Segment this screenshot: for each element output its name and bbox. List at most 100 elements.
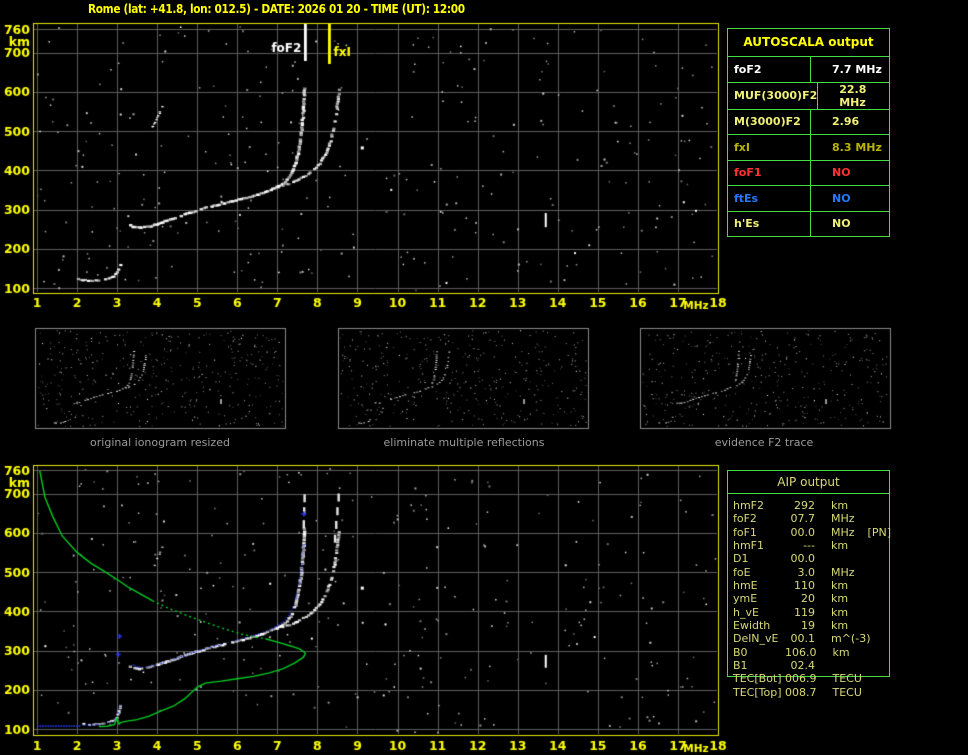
autoscala-param-value: NO (832, 191, 851, 205)
aip-param-label: TEC[Top] (733, 685, 782, 699)
autoscala-param-label: foF1 (728, 160, 811, 185)
aip-param-unit: km (831, 619, 849, 633)
autoscala-screen: Rome (lat: +41.8, lon: 012.5) - DATE: 20… (0, 0, 968, 755)
aip-param-unit: MHz (831, 565, 855, 579)
aip-param-flag (848, 539, 861, 552)
autoscala-row-ftEs: ftEs NO (728, 185, 889, 211)
aip-param-value: 00.1 (790, 632, 816, 646)
aip-param-unit: km (831, 499, 849, 512)
aip-param-flag (862, 672, 875, 685)
aip-row-Ewidth: Ewidth 19 km (727, 619, 907, 632)
aip-param-flag (855, 566, 868, 579)
autoscala-row-hEs: h'Es NO (728, 210, 889, 236)
aip-row-DelN_vE: DelN_vE 00.1 m^(-3) (727, 632, 907, 645)
aip-param-flag (848, 619, 861, 632)
aip-row-B0: B0 106.0 km (727, 646, 907, 659)
aip-row-foF2: foF2 07.7 MHz (727, 512, 907, 525)
aip-row-D1: D1 00.0 (727, 552, 907, 565)
aip-param-unit: m^(-3) (831, 632, 871, 646)
aip-param-value: 00.0 (790, 552, 816, 566)
autoscala-row-M3000: M(3000)F2 2.96 (728, 108, 889, 134)
aip-row-TECBot: TEC[Bot] 006.9 TECU (727, 672, 907, 685)
aip-row-h_vE: h_vE 119 km (727, 606, 907, 619)
aip-param-value: 110 (794, 579, 815, 593)
aip-param-flag (831, 552, 844, 565)
aip-param-flag (848, 579, 861, 592)
aip-param-label: B0 (733, 645, 748, 659)
aip-param-flag (831, 659, 844, 672)
autoscala-param-label: h'Es (728, 211, 811, 236)
aip-param-unit (815, 552, 831, 565)
aip-table-header: AIP output (727, 470, 890, 494)
aip-param-label: hmF2 (733, 499, 765, 512)
aip-param-unit: TECU (832, 685, 862, 699)
aip-param-value: 106.0 (785, 645, 817, 659)
autoscala-param-value: 2.96 (832, 115, 860, 129)
aip-param-value: --- (803, 539, 815, 553)
autoscala-param-label: MUF(3000)F2 (728, 82, 819, 109)
aip-param-label: TEC[Bot] (733, 672, 782, 686)
aip-rows: hmF2 292 km foF2 07.7 MHz foF1 00.0 MHz [PN] hm… (727, 499, 907, 699)
aip-param-label: foF2 (733, 512, 757, 526)
aip-param-label: Ewidth (733, 619, 771, 633)
aip-param-label: ymE (733, 592, 758, 606)
aip-row-foE: foE 3.0 MHz (727, 566, 907, 579)
aip-param-unit: km (831, 605, 849, 619)
aip-row-hmF1: hmF1 --- km (727, 539, 907, 552)
aip-param-unit: km (831, 592, 849, 606)
aip-param-value: 3.0 (797, 565, 816, 579)
aip-row-hmE: hmE 110 km (727, 579, 907, 592)
aip-param-value: 00.0 (790, 525, 816, 539)
aip-param-flag (848, 606, 861, 619)
aip-param-value: 19 (801, 619, 815, 633)
aip-param-value: 20 (801, 592, 815, 606)
aip-param-value: 119 (794, 605, 815, 619)
aip-param-label: hmF1 (733, 539, 765, 553)
aip-param-label: DelN_vE (733, 632, 779, 646)
aip-param-value: 292 (794, 499, 815, 512)
aip-param-flag (855, 512, 868, 525)
aip-param-unit (815, 659, 831, 672)
aip-row-TECTop: TEC[Top] 008.7 TECU (727, 686, 907, 699)
aip-param-flag (848, 592, 861, 605)
panel-caption-evidence: evidence F2 trace (714, 436, 814, 449)
aip-row-hmF2: hmF2 292 km (727, 499, 907, 512)
autoscala-row-foF1: foF1 NO (728, 159, 889, 185)
aip-param-flag (862, 686, 875, 699)
aip-table: AIP output hmF2 292 km foF2 07.7 MHz foF1 00.… (727, 470, 907, 705)
aip-param-label: foE (733, 565, 751, 579)
aip-row-foF1: foF1 00.0 MHz [PN] (727, 526, 907, 539)
aip-param-unit: km (831, 579, 849, 593)
autoscala-param-value: 7.7 MHz (832, 62, 882, 76)
autoscala-param-value: 8.3 MHz (832, 140, 882, 154)
autoscala-row-MUF: MUF(3000)F2 22.8 MHz (728, 81, 889, 109)
aip-param-flag: [PN] (867, 525, 891, 539)
aip-param-unit: TECU (832, 672, 862, 686)
autoscala-param-label: ftEs (728, 186, 811, 211)
autoscala-table: AUTOSCALA output foF2 7.7 MHz MUF(3000)F… (727, 28, 890, 237)
autoscala-param-value: 22.8 MHz (839, 82, 867, 109)
panel-caption-eliminate: eliminate multiple reflections (383, 436, 545, 449)
aip-param-label: B1 (733, 659, 748, 673)
panel-caption-original: original ionogram resized (90, 436, 230, 449)
aip-param-label: hmE (733, 579, 758, 593)
aip-param-label: foF1 (733, 525, 757, 539)
aip-param-label: D1 (733, 552, 749, 566)
aip-param-unit: km (831, 539, 849, 553)
station-title: Rome (lat: +41.8, lon: 012.5) - DATE: 20… (88, 2, 465, 16)
aip-row-B1: B1 02.4 (727, 659, 907, 672)
autoscala-param-label: foF2 (728, 57, 811, 82)
aip-row-ymE: ymE 20 km (727, 592, 907, 605)
aip-param-value: 008.7 (785, 685, 817, 699)
aip-param-unit: MHz (831, 512, 855, 526)
autoscala-param-value: NO (832, 166, 851, 180)
aip-param-flag (870, 632, 883, 645)
aip-param-value: 006.9 (785, 672, 817, 686)
aip-param-label: h_vE (733, 605, 759, 619)
autoscala-param-value: NO (832, 217, 851, 231)
aip-param-flag (850, 646, 863, 659)
autoscala-table-header: AUTOSCALA output (728, 29, 889, 57)
aip-param-value: 07.7 (790, 512, 816, 526)
autoscala-row-foF2: foF2 7.7 MHz (728, 57, 889, 82)
aip-param-flag (848, 499, 861, 512)
